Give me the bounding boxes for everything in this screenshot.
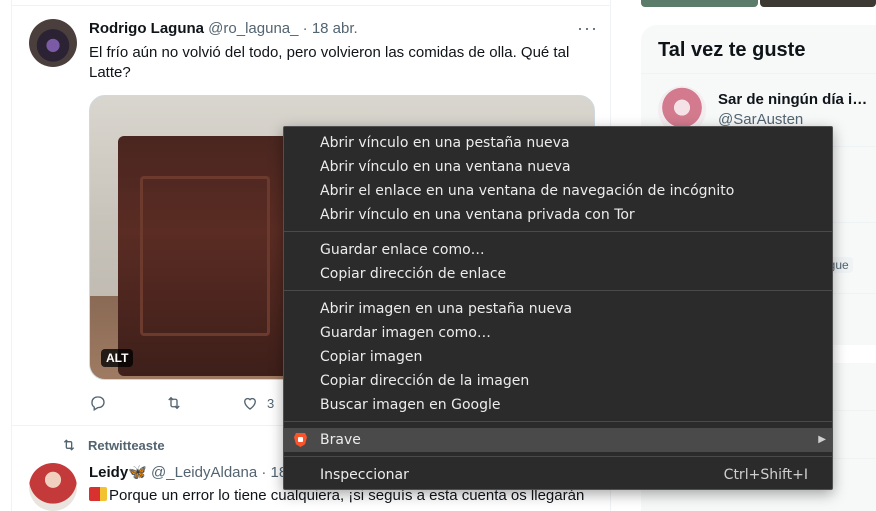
avatar[interactable]: [29, 19, 77, 67]
menu-item-search-image-google[interactable]: Buscar imagen en Google: [284, 393, 832, 417]
menu-item-copy-image[interactable]: Copiar imagen: [284, 345, 832, 369]
menu-item-open-link-tor[interactable]: Abrir vínculo en una ventana privada con…: [284, 203, 832, 227]
media-thumbnail[interactable]: [641, 0, 758, 7]
tweet-text: El frío aún no volvió del todo, pero vol…: [89, 44, 570, 81]
menu-item-open-link-incognito[interactable]: Abrir el enlace en una ventana de navega…: [284, 179, 832, 203]
menu-separator: [284, 290, 832, 291]
tweet-header: Rodrigo Laguna @ro_laguna_ · 18 abr.: [89, 20, 358, 37]
butterfly-emoji-icon: 🦋: [128, 464, 147, 481]
menu-item-save-image-as[interactable]: Guardar imagen como…: [284, 321, 832, 345]
menu-item-open-image-new-tab[interactable]: Abrir imagen en una pestaña nueva: [284, 297, 832, 321]
divider: [641, 73, 876, 74]
author-handle[interactable]: @ro_laguna_: [208, 20, 298, 37]
media-thumbnails: [641, 0, 876, 7]
separator-dot: ·: [261, 464, 267, 481]
menu-item-save-link-as[interactable]: Guardar enlace como…: [284, 238, 832, 262]
author-name[interactable]: Rodrigo Laguna: [89, 20, 204, 37]
tweet-date[interactable]: 18 abr.: [312, 20, 358, 37]
menu-item-brave[interactable]: Brave ▶: [284, 428, 832, 452]
keyboard-shortcut: Ctrl+Shift+I: [723, 467, 808, 483]
retweeted-indicator: Retwitteaste: [60, 437, 165, 453]
more-options-icon[interactable]: ···: [577, 19, 598, 37]
divider: [12, 5, 610, 6]
like-count: 3: [267, 395, 275, 411]
retweet-icon: [168, 396, 180, 410]
tweet-header: Leidy🦋 @_LeidyAldana · 18: [89, 463, 287, 481]
heart-icon: [244, 397, 256, 410]
reply-icon: [91, 396, 105, 411]
suggestion-name[interactable]: Sar de ningún día im…: [718, 91, 876, 108]
retweet-button[interactable]: [164, 394, 184, 412]
menu-item-open-link-new-window[interactable]: Abrir vínculo en una ventana nueva: [284, 155, 832, 179]
separator-dot: ·: [302, 20, 308, 37]
avatar[interactable]: [29, 463, 77, 511]
menu-item-label: Inspeccionar: [320, 467, 409, 483]
media-thumbnail[interactable]: [759, 0, 876, 7]
menu-separator: [284, 456, 832, 457]
megaphone-emoji-icon: [89, 487, 107, 501]
retweet-icon: [63, 439, 75, 451]
alt-badge[interactable]: ALT: [101, 349, 134, 367]
context-menu: Abrir vínculo en una pestaña nueva Abrir…: [283, 126, 833, 490]
image-cabinet-panel: [140, 176, 270, 336]
menu-item-inspect[interactable]: Inspeccionar Ctrl+Shift+I: [284, 463, 832, 487]
like-button[interactable]: 3: [241, 394, 274, 412]
submenu-arrow-icon: ▶: [818, 434, 826, 445]
author-name[interactable]: Leidy: [89, 464, 128, 481]
menu-item-copy-link-address[interactable]: Copiar dirección de enlace: [284, 262, 832, 286]
panel-title: Tal vez te guste: [658, 39, 806, 61]
retweeted-label[interactable]: Retwitteaste: [88, 438, 165, 453]
menu-item-copy-image-address[interactable]: Copiar dirección de la imagen: [284, 369, 832, 393]
brave-lion-icon: [294, 433, 307, 447]
menu-item-label: Brave: [320, 432, 361, 448]
menu-separator: [284, 421, 832, 422]
menu-separator: [284, 231, 832, 232]
menu-item-open-link-new-tab[interactable]: Abrir vínculo en una pestaña nueva: [284, 131, 832, 155]
author-handle[interactable]: @_LeidyAldana: [151, 464, 257, 481]
reply-button[interactable]: [89, 394, 107, 412]
